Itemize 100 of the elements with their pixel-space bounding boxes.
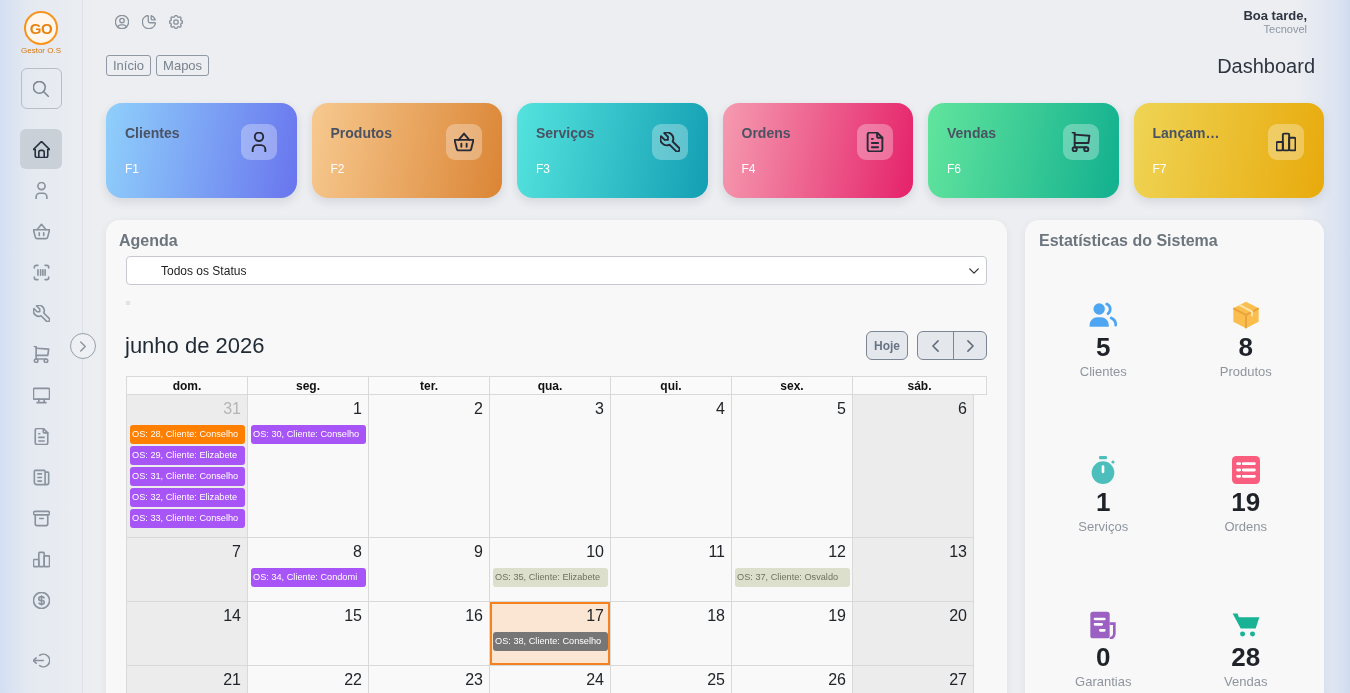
stat-value: 1 <box>1096 487 1111 517</box>
stat-value: 5 <box>1096 332 1111 362</box>
sidebar-item[interactable] <box>20 129 62 169</box>
shortcut-key: F2 <box>330 162 345 176</box>
calendar-event[interactable]: OS: 28, Cliente: Conselho <box>130 425 245 444</box>
day-number: 27 <box>949 670 968 690</box>
breadcrumb-link[interactable]: Mapos <box>156 55 210 76</box>
logout-icon <box>32 651 50 669</box>
basket-icon <box>446 124 482 160</box>
card-title: Serviços <box>536 125 595 141</box>
day-number: 9 <box>474 542 484 562</box>
chevron-down-icon <box>969 267 979 274</box>
day-number: 13 <box>949 542 968 562</box>
shortcut-card[interactable]: Vendas F6 <box>928 103 1119 198</box>
wrench-icon <box>32 304 50 322</box>
day-number: 2 <box>474 399 484 419</box>
receipt-icon <box>1089 611 1118 639</box>
document-icon <box>857 124 893 160</box>
cart-icon <box>1062 124 1099 160</box>
home-icon <box>32 140 50 158</box>
chevron-right-icon <box>966 339 974 352</box>
day-number: 19 <box>828 606 847 626</box>
dollar-icon <box>32 591 50 609</box>
shortcut-key: F7 <box>1152 162 1167 176</box>
shortcut-card[interactable]: Clientes F1 <box>106 103 297 198</box>
chevron-left-icon <box>932 339 939 352</box>
card-title: Lançam… <box>1152 125 1220 141</box>
day-number: 25 <box>707 670 726 690</box>
monitor-icon <box>32 386 50 404</box>
stat-value: 28 <box>1231 642 1261 672</box>
day-number: 15 <box>344 606 363 626</box>
day-number: 10 <box>586 542 605 562</box>
calendar-event[interactable]: OS: 29, Cliente: Elizabete <box>130 446 245 465</box>
stat-label: Garantias <box>1075 674 1132 690</box>
today-button[interactable]: Hoje <box>866 331 908 360</box>
stat-value: 19 <box>1231 487 1261 517</box>
list-icon <box>1231 456 1260 484</box>
calendar-event[interactable]: OS: 35, Cliente: Elizabete <box>493 568 608 587</box>
chevron-right-icon <box>80 340 86 352</box>
user-name: Tecnovel <box>1263 23 1307 36</box>
day-number: 14 <box>223 606 242 626</box>
archive-icon <box>32 509 50 527</box>
day-number: 20 <box>949 606 968 626</box>
settings-icon[interactable] <box>169 15 183 29</box>
calendar-event[interactable]: OS: 38, Cliente: Conselho <box>493 632 608 651</box>
bar-chart-icon <box>1268 124 1304 160</box>
day-number: 23 <box>465 670 484 690</box>
pie-chart-icon[interactable] <box>142 15 156 29</box>
greeting: Boa tarde, <box>1243 8 1307 23</box>
page-title: Dashboard <box>1217 53 1315 78</box>
bar-chart-icon <box>32 550 50 568</box>
status-select[interactable]: Todos os Status <box>126 256 987 285</box>
document-icon <box>32 427 50 445</box>
calendar-event[interactable]: OS: 30, Cliente: Conselho <box>251 425 366 444</box>
shortcut-key: F4 <box>741 162 756 176</box>
day-number: 3 <box>595 399 605 419</box>
stat-value: 8 <box>1238 332 1253 362</box>
box-icon <box>1231 301 1260 329</box>
shortcut-key: F1 <box>125 162 139 176</box>
barcode-icon <box>32 263 50 281</box>
cart-icon <box>32 345 50 363</box>
day-number: 26 <box>828 670 847 690</box>
search-button[interactable] <box>20 68 62 109</box>
shortcut-card[interactable]: Produtos F2 <box>311 103 502 198</box>
stat-value: 0 <box>1096 642 1111 672</box>
month-title: junho de 2026 <box>125 332 265 359</box>
calendar-event[interactable]: OS: 33, Cliente: Conselho <box>130 509 245 528</box>
shortcut-key: F6 <box>947 162 961 176</box>
shortcut-card[interactable]: Ordens F4 <box>722 103 913 198</box>
calendar-event[interactable]: OS: 34, Cliente: Condomi <box>251 568 366 587</box>
newspaper-icon <box>32 468 50 486</box>
day-number: 12 <box>828 542 847 562</box>
card-title: Ordens <box>741 125 791 141</box>
day-number: 1 <box>353 399 363 419</box>
shortcut-card[interactable]: Serviços F3 <box>517 103 708 198</box>
calendar-event[interactable]: OS: 37, Cliente: Osvaldo <box>735 568 850 587</box>
users-icon <box>1089 301 1118 329</box>
weekday-header: sáb. <box>906 378 933 395</box>
day-number: 21 <box>223 670 242 690</box>
day-number: 16 <box>465 606 484 626</box>
collapse-toggle[interactable] <box>70 333 96 359</box>
day-number: 18 <box>707 606 726 626</box>
shortcut-key: F3 <box>536 162 550 176</box>
cart-icon <box>1231 611 1260 639</box>
day-number: 5 <box>837 399 847 419</box>
card-title: Vendas <box>947 125 997 141</box>
day-number: 11 <box>708 542 726 562</box>
shortcut-card[interactable]: Lançam… F7 <box>1133 103 1324 198</box>
wrench-icon <box>651 124 688 160</box>
search-icon <box>33 80 49 97</box>
calendar-event[interactable]: OS: 31, Cliente: Conselho <box>130 467 245 486</box>
stat-label: Serviços <box>1078 519 1129 535</box>
user-icon <box>32 181 50 199</box>
stat-label: Vendas <box>1224 674 1268 690</box>
stat-label: Produtos <box>1219 364 1272 380</box>
day-number: 22 <box>344 670 363 690</box>
calendar-event[interactable]: OS: 32, Cliente: Elizabete <box>130 488 245 507</box>
breadcrumb-link[interactable]: Início <box>106 55 152 76</box>
logo-text: GO <box>29 20 53 36</box>
day-number: 6 <box>958 399 968 419</box>
